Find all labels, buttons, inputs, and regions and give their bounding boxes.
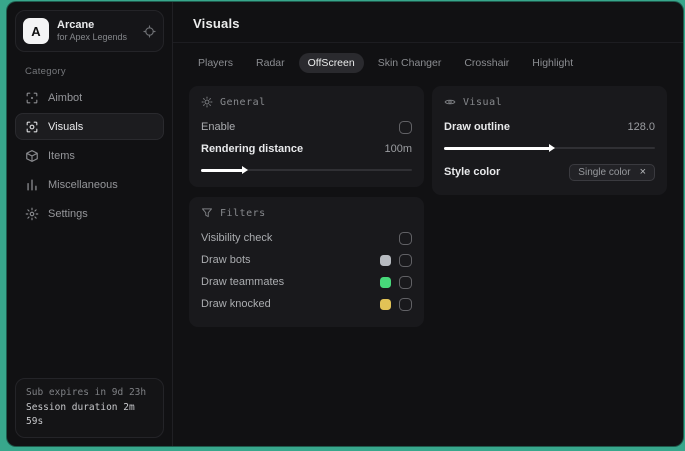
sidebar-item-label: Settings <box>48 207 88 220</box>
box-icon <box>25 149 39 163</box>
draw-teammates-row: Draw teammates <box>201 271 412 293</box>
bar-chart-icon <box>25 178 39 192</box>
filters-panel: Filters Visibility check Draw bots Draw … <box>189 197 424 327</box>
sidebar-nav: Aimbot Visuals Items Miscellaneous Setti… <box>15 84 164 227</box>
app-brand-text: Arcane for Apex Legends <box>57 19 135 44</box>
app-subtitle: for Apex Legends <box>57 32 128 43</box>
draw-teammates-label: Draw teammates <box>201 276 285 288</box>
draw-knocked-color-swatch[interactable] <box>380 298 391 310</box>
draw-bots-checkbox[interactable] <box>399 253 412 267</box>
sidebar-item-visuals[interactable]: Visuals <box>15 113 164 140</box>
sidebar-item-label: Items <box>48 149 75 162</box>
rendering-distance-slider[interactable] <box>201 165 412 175</box>
style-color-row: Style color Single color × <box>444 161 655 183</box>
page-title: Visuals <box>193 16 240 31</box>
app-logo: A <box>23 18 49 44</box>
visibility-check-checkbox[interactable] <box>399 231 412 245</box>
enable-row: Enable <box>201 116 412 138</box>
draw-outline-value: 128.0 <box>627 121 655 133</box>
tab-content: General Enable Rendering distance 100m F… <box>173 73 683 340</box>
tab-highlight[interactable]: Highlight <box>523 53 582 73</box>
sub-expires-text: Sub expires in 9d 23h <box>26 386 147 398</box>
sidebar-item-aimbot[interactable]: Aimbot <box>15 84 164 111</box>
filters-panel-header: Filters <box>201 207 412 219</box>
sidebar-item-miscellaneous[interactable]: Miscellaneous <box>15 171 164 198</box>
subscription-info-card: Sub expires in 9d 23h Session duration 2… <box>15 377 164 438</box>
draw-teammates-checkbox[interactable] <box>399 275 412 289</box>
rendering-distance-value: 100m <box>384 143 412 155</box>
tab-skin-changer[interactable]: Skin Changer <box>369 53 451 73</box>
enable-label: Enable <box>201 121 236 133</box>
filters-panel-title: Filters <box>220 207 266 219</box>
clear-style-color-icon[interactable]: × <box>640 166 646 178</box>
tab-radar[interactable]: Radar <box>247 53 294 73</box>
eye-icon <box>444 96 456 108</box>
enable-checkbox[interactable] <box>399 120 412 134</box>
general-panel: General Enable Rendering distance 100m <box>189 86 424 187</box>
gear-icon <box>25 207 39 221</box>
tab-crosshair[interactable]: Crosshair <box>455 53 518 73</box>
slider-fill <box>444 146 550 150</box>
visual-panel-header: Visual <box>444 96 655 108</box>
main-area: Visuals Players Radar OffScreen Skin Cha… <box>173 2 683 446</box>
visual-panel: Visual Draw outline 128.0 Style color Si… <box>432 86 667 195</box>
draw-bots-label: Draw bots <box>201 254 251 266</box>
sidebar-item-label: Visuals <box>48 120 84 133</box>
main-header: Visuals <box>173 2 683 43</box>
sidebar-item-label: Aimbot <box>48 91 83 104</box>
tab-bar: Players Radar OffScreen Skin Changer Cro… <box>173 43 683 73</box>
style-color-select[interactable]: Single color × <box>569 163 655 181</box>
general-panel-title: General <box>220 96 266 108</box>
sidebar-item-label: Miscellaneous <box>48 178 118 191</box>
draw-outline-label: Draw outline <box>444 121 511 133</box>
session-duration-text: Session duration 2m 59s <box>26 401 135 428</box>
app-brand-card: A Arcane for Apex Legends <box>15 10 164 52</box>
draw-bots-row: Draw bots <box>201 249 412 271</box>
draw-teammates-color-swatch[interactable] <box>380 276 391 288</box>
eye-scan-icon <box>25 120 39 134</box>
draw-outline-row: Draw outline 128.0 <box>444 116 655 138</box>
sidebar-item-items[interactable]: Items <box>15 142 164 169</box>
rendering-distance-label: Rendering distance <box>201 143 304 155</box>
general-panel-header: General <box>201 96 412 108</box>
category-label: Category <box>25 66 66 77</box>
sun-icon <box>201 96 213 108</box>
visibility-check-label: Visibility check <box>201 232 273 244</box>
app-name: Arcane <box>57 18 95 31</box>
sidebar-item-settings[interactable]: Settings <box>15 200 164 227</box>
tab-offscreen[interactable]: OffScreen <box>298 53 364 73</box>
draw-knocked-checkbox[interactable] <box>399 297 412 311</box>
funnel-icon <box>201 207 213 219</box>
draw-knocked-row: Draw knocked <box>201 293 412 315</box>
tab-players[interactable]: Players <box>189 53 242 73</box>
style-color-selected-value: Single color <box>578 166 631 178</box>
visibility-check-row: Visibility check <box>201 227 412 249</box>
draw-outline-slider[interactable] <box>444 143 655 153</box>
draw-knocked-label: Draw knocked <box>201 298 271 310</box>
visual-panel-title: Visual <box>463 96 503 108</box>
crosshair-icon <box>25 91 39 105</box>
app-window: A Arcane for Apex Legends Category Aimbo… <box>7 2 683 446</box>
slider-fill <box>201 168 244 172</box>
rendering-distance-row: Rendering distance 100m <box>201 138 412 160</box>
target-icon[interactable] <box>143 24 156 38</box>
style-color-label: Style color <box>444 166 501 178</box>
draw-bots-color-swatch[interactable] <box>380 254 391 266</box>
sidebar: A Arcane for Apex Legends Category Aimbo… <box>7 2 173 446</box>
